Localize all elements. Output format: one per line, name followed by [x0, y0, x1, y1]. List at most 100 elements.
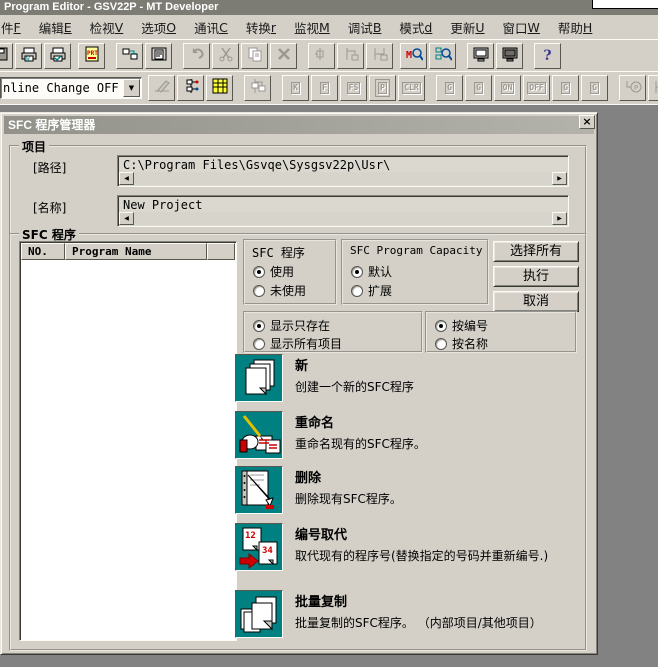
symbol-f-button[interactable]: F: [311, 75, 338, 101]
menu-edit[interactable]: 编辑E: [30, 15, 81, 39]
menu-help[interactable]: 帮助H: [549, 15, 601, 39]
monitor-dark-icon: [501, 46, 519, 66]
action-rename[interactable]: 重命名 重命名现有的SFC程序。: [235, 411, 583, 459]
name-field[interactable]: New Project ◀ ▶: [117, 195, 569, 227]
menu-communication[interactable]: 通讯C: [185, 15, 237, 39]
delete-button[interactable]: [270, 43, 297, 69]
path-field[interactable]: C:\Program Files\Gsvqe\Sysgsv22p\Usr\ ◀ …: [117, 155, 569, 187]
sfc-diagram-button[interactable]: [177, 75, 204, 101]
batch-copy-icon[interactable]: [235, 590, 283, 638]
path-scrollbar[interactable]: ◀ ▶: [119, 172, 567, 185]
menu-options[interactable]: 选项O: [132, 15, 185, 39]
step-g1-button[interactable]: G: [436, 75, 463, 101]
symbol-p-button[interactable]: P: [369, 75, 396, 101]
print-list-button[interactable]: PRT: [78, 43, 105, 69]
print-button[interactable]: [44, 43, 71, 69]
step-g3-button[interactable]: G: [552, 75, 579, 101]
sfc-step-insert-button[interactable]: [308, 43, 335, 69]
radio-use[interactable]: 使用: [253, 263, 294, 280]
radio-unuse[interactable]: 未使用: [253, 282, 306, 299]
save-button[interactable]: [0, 43, 13, 69]
renumber-icon[interactable]: 1234: [235, 523, 283, 571]
scroll-right-icon[interactable]: ▶: [552, 212, 567, 225]
menu-view[interactable]: 检视V: [81, 15, 133, 39]
action-new[interactable]: 新 创建一个新的SFC程序: [235, 354, 583, 402]
label-p-button[interactable]: P: [648, 75, 658, 101]
radio-show-all[interactable]: 显示所有项目: [253, 335, 342, 352]
scroll-left-icon[interactable]: ◀: [119, 212, 134, 225]
menu-window[interactable]: 窗口W: [494, 15, 549, 39]
copy-button[interactable]: [241, 43, 268, 69]
menu-debug[interactable]: 调试B: [339, 15, 391, 39]
monitor-window-button[interactable]: [496, 43, 523, 69]
action-renumber[interactable]: 1234 编号取代 取代现有的程序号(替换指定的号码并重新编号.): [235, 523, 583, 571]
radio-icon[interactable]: [435, 320, 447, 332]
help-icon: ?: [543, 48, 551, 64]
coil-on-button[interactable]: ON: [494, 75, 521, 101]
column-program-name[interactable]: Program Name: [65, 243, 207, 260]
radio-icon[interactable]: [253, 266, 265, 278]
radio-default[interactable]: 默认: [351, 263, 392, 280]
chevron-down-icon[interactable]: ▼: [123, 79, 140, 97]
project-browse-button[interactable]: [145, 43, 172, 69]
radio-icon[interactable]: [435, 338, 447, 350]
print-setup-button[interactable]: W: [15, 43, 42, 69]
radio-show-existing[interactable]: 显示只存在: [253, 317, 330, 334]
project-group: 项目 [路径] C:\Program Files\Gsvqe\Sysgsv22p…: [9, 145, 587, 235]
select-all-button[interactable]: 选择所有: [493, 241, 579, 262]
name-scrollbar[interactable]: ◀ ▶: [119, 212, 567, 225]
menu-mode[interactable]: 模式d: [390, 15, 441, 39]
symbol-k-button[interactable]: K: [282, 75, 309, 101]
radio-by-number[interactable]: 按编号: [435, 317, 488, 334]
program-list[interactable]: NO. Program Name: [19, 241, 237, 641]
edit-pen-button[interactable]: [148, 75, 175, 101]
svg-text:P: P: [634, 84, 638, 92]
action-batch-copy[interactable]: 批量复制 批量复制的SFC程序。 （内部项目/其他项目）: [235, 590, 583, 638]
rename-icon[interactable]: [235, 411, 283, 459]
symbol-fs-button[interactable]: FS: [340, 75, 367, 101]
cut-button[interactable]: [212, 43, 239, 69]
radio-extended[interactable]: 扩展: [351, 282, 392, 299]
action-desc: 批量复制的SFC程序。 （内部项目/其他项目）: [295, 615, 575, 631]
menu-file[interactable]: 件F: [0, 15, 30, 39]
find-block-button[interactable]: [429, 43, 456, 69]
help-button[interactable]: ?: [534, 43, 561, 69]
execute-button[interactable]: 执行: [493, 266, 579, 287]
action-desc: 创建一个新的SFC程序: [295, 379, 575, 395]
step-g4-button[interactable]: G: [581, 75, 608, 101]
radio-icon[interactable]: [253, 285, 265, 297]
find-device-button[interactable]: M: [400, 43, 427, 69]
sfc-block-window-button[interactable]: [244, 75, 271, 101]
undo-button[interactable]: [183, 43, 210, 69]
zoom-list-button[interactable]: [206, 75, 233, 101]
radio-icon[interactable]: [351, 285, 363, 297]
step-g2-button[interactable]: G: [465, 75, 492, 101]
coil-off-button[interactable]: OFF: [523, 75, 550, 101]
column-no[interactable]: NO.: [21, 243, 65, 260]
action-title: 批量复制: [295, 591, 575, 610]
delete-program-icon[interactable]: [235, 466, 283, 514]
monitor-mode-button[interactable]: [467, 43, 494, 69]
menu-convert[interactable]: 转换r: [237, 15, 285, 39]
menu-monitor[interactable]: 监视M: [285, 15, 339, 39]
program-list-body[interactable]: [21, 260, 235, 639]
scroll-left-icon[interactable]: ◀: [119, 172, 134, 185]
label-p-icon: P: [653, 78, 658, 98]
scroll-right-icon[interactable]: ▶: [552, 172, 567, 185]
radio-icon[interactable]: [253, 338, 265, 350]
new-program-icon[interactable]: [235, 354, 283, 402]
sfc-merge-button[interactable]: [366, 43, 393, 69]
radio-by-name[interactable]: 按名称: [435, 335, 488, 352]
online-change-combo[interactable]: nline Change OFF ▼: [0, 77, 142, 99]
sfc-branch-button[interactable]: [337, 43, 364, 69]
radio-icon[interactable]: [351, 266, 363, 278]
project-read-button[interactable]: [116, 43, 143, 69]
radio-icon[interactable]: [253, 320, 265, 332]
cancel-button[interactable]: 取消: [493, 291, 579, 312]
close-icon[interactable]: ×: [579, 115, 595, 129]
symbol-clr-button[interactable]: CLR: [398, 75, 425, 101]
dialog-title: SFC 程序管理器: [8, 118, 95, 132]
action-delete[interactable]: 删除 删除现有SFC程序。: [235, 466, 583, 514]
jump-p-button[interactable]: P: [619, 75, 646, 101]
menu-update[interactable]: 更新U: [441, 15, 493, 39]
